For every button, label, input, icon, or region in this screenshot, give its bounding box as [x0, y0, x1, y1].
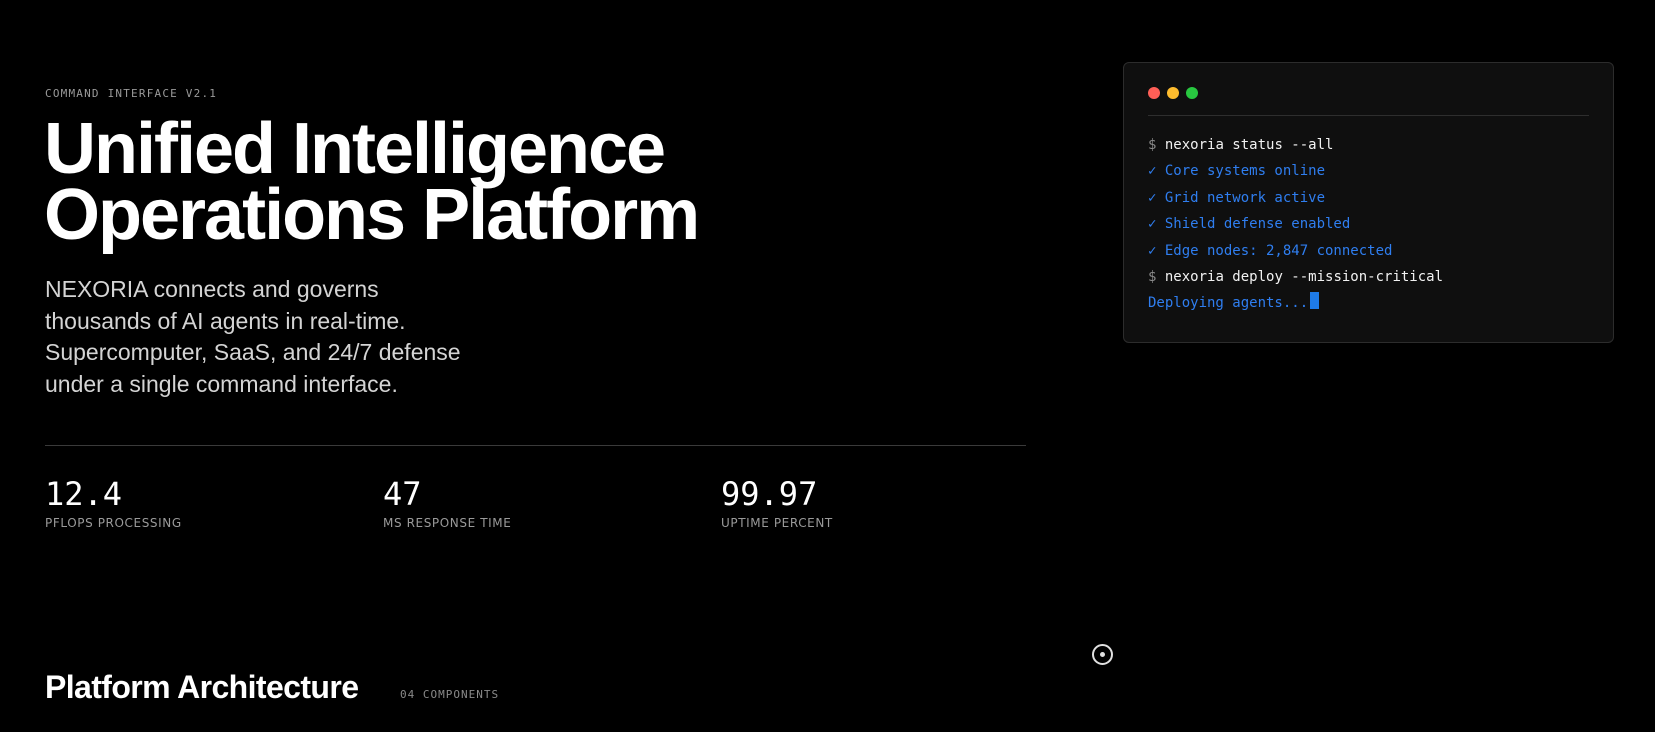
maximize-dot-icon[interactable]: [1186, 87, 1198, 99]
eyebrow-label: COMMAND INTERFACE V2.1: [45, 87, 218, 100]
command-text: nexoria status --all: [1164, 137, 1334, 153]
terminal-output-line: ✓ Edge nodes: 2,847 connected: [1148, 242, 1393, 259]
scroll-indicator-icon[interactable]: [1092, 644, 1113, 665]
stat-pflops: 12.4 PFLOPS PROCESSING: [45, 474, 365, 530]
hero-description-line: NEXORIA connects and governs: [45, 276, 379, 302]
terminal-output-line: ✓ Shield defense enabled: [1148, 216, 1351, 233]
section-title: Platform Architecture: [45, 669, 359, 705]
stat-label: MS RESPONSE TIME: [383, 516, 512, 530]
terminal-command-line: $ nexoria deploy --mission-critical: [1148, 264, 1589, 290]
terminal-window: $ nexoria status --all ✓ Core systems on…: [1123, 62, 1614, 343]
progress-text: Deploying agents...: [1148, 295, 1309, 312]
terminal-command-line: $ nexoria status --all: [1148, 132, 1589, 158]
stat-value: 47: [383, 475, 422, 513]
hero-description: NEXORIA connects and governs thousands o…: [45, 274, 515, 400]
window-controls: [1148, 87, 1198, 99]
terminal-progress-line: Deploying agents...: [1148, 290, 1589, 316]
stat-value: 12.4: [45, 475, 123, 513]
command-text: nexoria deploy --mission-critical: [1164, 269, 1444, 286]
hero-title: Unified Intelligence Operations Platform: [44, 109, 944, 255]
terminal-output-line: ✓ Core systems online: [1148, 163, 1326, 180]
stat-label: UPTIME PERCENT: [721, 516, 833, 530]
terminal-output: $ nexoria status --all ✓ Core systems on…: [1148, 132, 1589, 317]
stat-label: PFLOPS PROCESSING: [45, 516, 182, 530]
stat-response-time: 47 MS RESPONSE TIME: [383, 474, 703, 530]
prompt-symbol: $: [1148, 137, 1157, 153]
prompt-symbol: $: [1148, 269, 1157, 286]
hero-title-line: Operations Platform: [44, 175, 700, 255]
cursor-block-icon: [1310, 292, 1320, 310]
terminal-output-line: ✓ Grid network active: [1148, 189, 1326, 206]
hero-description-line: under a single command interface.: [45, 370, 398, 397]
minimize-dot-icon[interactable]: [1167, 87, 1179, 99]
terminal-divider: [1148, 115, 1589, 116]
stat-uptime: 99.97 UPTIME PERCENT: [721, 474, 1041, 530]
stat-value: 99.97: [721, 475, 818, 513]
hero-divider: [45, 445, 1026, 446]
close-dot-icon[interactable]: [1148, 87, 1160, 99]
hero-description-line: Supercomputer, SaaS, and 24/7 defense: [45, 339, 461, 365]
hero-title-line: Unified Intelligence: [44, 109, 666, 189]
hero-description-line: thousands of AI agents in real-time.: [45, 307, 406, 334]
component-count: 04 COMPONENTS: [400, 688, 500, 701]
